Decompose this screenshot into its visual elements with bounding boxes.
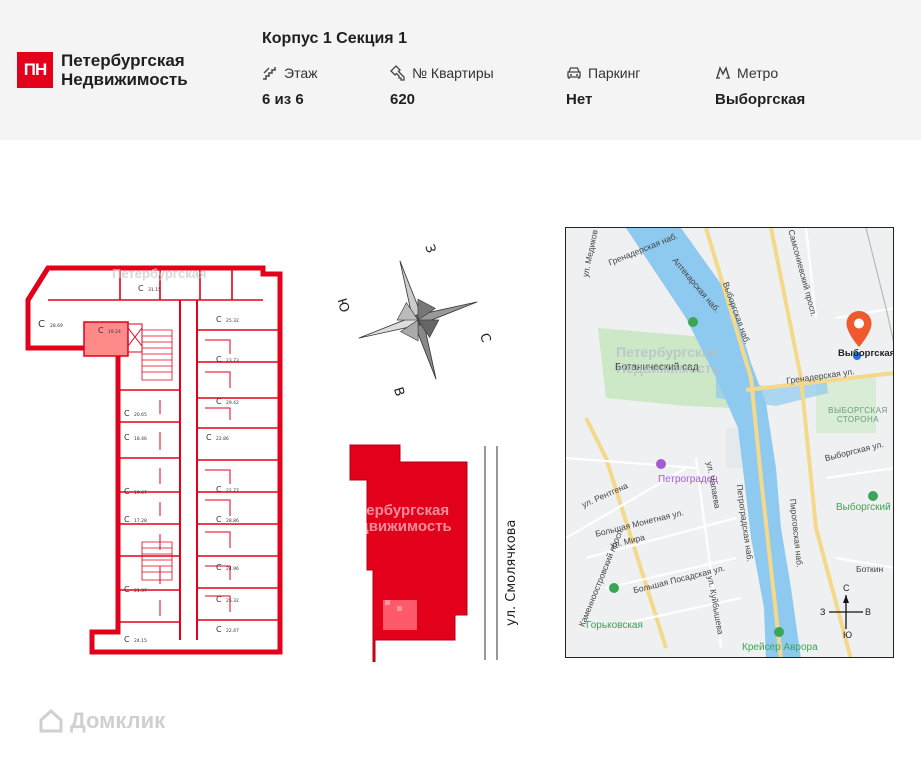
compass-label-west: Ю [338, 297, 352, 315]
unit-letter: С [216, 315, 222, 324]
floor-value: 6 из 6 [262, 91, 304, 108]
floor-label: Этаж [284, 65, 318, 81]
unit-letter: С [216, 515, 222, 524]
unit-letter: С [216, 595, 222, 604]
parking-value: Нет [566, 91, 593, 108]
site-plan: ул. Смолячкова [349, 444, 519, 662]
unit-letter: С [124, 585, 130, 594]
unit-letter: С [216, 563, 222, 572]
domclick-text: Домклик [70, 708, 166, 733]
unit-letter: С [216, 485, 222, 494]
area-label: 24.15 [134, 638, 147, 644]
map-compass: С Ю З В [818, 583, 874, 641]
map-label-gorkovskaya: Горьковская [586, 620, 643, 631]
stairs-icon [263, 67, 276, 80]
key-icon [390, 65, 405, 81]
map-label-avrora: Крейсер Аврора [742, 642, 818, 653]
site-watermark: Петербургская Недвижимость [340, 502, 452, 535]
parking-field: Паркинг Нет [566, 64, 640, 108]
header-bar: ПН Петербургская Недвижимость Корпус 1 С… [0, 0, 921, 140]
area-label: 29.42 [226, 400, 239, 406]
metro-icon [716, 66, 730, 79]
area-label: 22.77 [226, 488, 239, 494]
brand-name-line2: Недвижимость [61, 70, 188, 89]
apartment-field: № Квартиры 620 [390, 64, 494, 108]
area-label: 17.28 [134, 518, 147, 524]
map-compass-e: В [865, 607, 872, 617]
unit-letter: С [124, 409, 130, 418]
domclick-watermark: Домклик [38, 708, 165, 734]
area-label: 21.37 [134, 588, 147, 594]
map-label-district: ВЫБОРГСКАЯ СТОРОНА [828, 406, 888, 424]
area-label: 22.86 [216, 436, 229, 442]
apartment-label: № Квартиры [412, 65, 494, 81]
street-label: ул. Смолячкова [504, 520, 519, 626]
highlighted-apartment[interactable] [83, 321, 129, 357]
area-label: 28.86 [226, 518, 239, 524]
map-label-metro-vyborgskaya: Выборгская [838, 348, 894, 359]
area-label: 24.96 [226, 566, 239, 572]
unit-letter: С [124, 433, 130, 442]
unit-letter: С [38, 319, 45, 330]
area-label: 18.46 [134, 436, 147, 442]
map-label-botkin: Боткин [856, 564, 884, 574]
brand-name-line1: Петербургская [61, 51, 185, 70]
location-map[interactable]: ул. Медиков Гренадерская наб. Аптекарска… [565, 227, 894, 658]
map-watermark-top: Петербургская Недвижимость [616, 344, 721, 376]
brand-name: Петербургская Недвижимость [61, 51, 188, 89]
area-label: 25.32 [226, 318, 239, 324]
car-icon [567, 67, 581, 79]
brand-logo[interactable]: ПН Петербургская Недвижимость [17, 51, 188, 89]
area-label: 23.73 [226, 358, 239, 364]
location-pin-icon[interactable] [845, 310, 873, 348]
area-label: 31.15 [148, 287, 161, 293]
compass-label-south: В [390, 385, 407, 398]
unit-letter: С [216, 355, 222, 364]
map-label-vyborgsky: Выборгский [836, 502, 891, 513]
area-label: 28.69 [50, 323, 63, 329]
area-label: 19.67 [134, 490, 147, 496]
unit-letter: С [98, 326, 104, 335]
unit-letter: С [206, 433, 212, 442]
unit-letter: С [124, 487, 130, 496]
floor-field: Этаж 6 из 6 [262, 64, 317, 108]
area-label: 20.65 [134, 412, 147, 418]
unit-letter: С [138, 284, 144, 293]
compass-label-north: З [421, 243, 438, 255]
metro-field: Метро Выборгская [715, 64, 805, 108]
page-title: Корпус 1 Секция 1 [262, 30, 407, 47]
domclick-house-icon [39, 708, 63, 733]
parking-label: Паркинг [588, 65, 641, 81]
logo-mark: ПН [17, 52, 53, 88]
metro-value: Выборгская [715, 91, 806, 108]
map-compass-w: З [820, 607, 826, 617]
metro-label: Метро [737, 65, 779, 81]
area-label: 19.24 [108, 329, 121, 335]
plan-watermark: Петербургская [112, 266, 207, 281]
map-compass-n: С [843, 583, 850, 593]
unit-letter: С [124, 515, 130, 524]
unit-letter: С [216, 625, 222, 634]
area-label: 25.32 [226, 598, 239, 604]
area-label: 22.47 [226, 628, 239, 634]
apartment-value: 620 [390, 91, 416, 108]
unit-letter: С [216, 397, 222, 406]
compass-rose: З В С Ю [338, 243, 493, 399]
compass-label-east: С [476, 331, 493, 344]
map-compass-s: Ю [843, 630, 853, 640]
unit-letter: С [124, 635, 130, 644]
floor-plan: С 28.69 С 19.24 С 31.15 С 25.32 С 23.73 … [25, 265, 283, 655]
